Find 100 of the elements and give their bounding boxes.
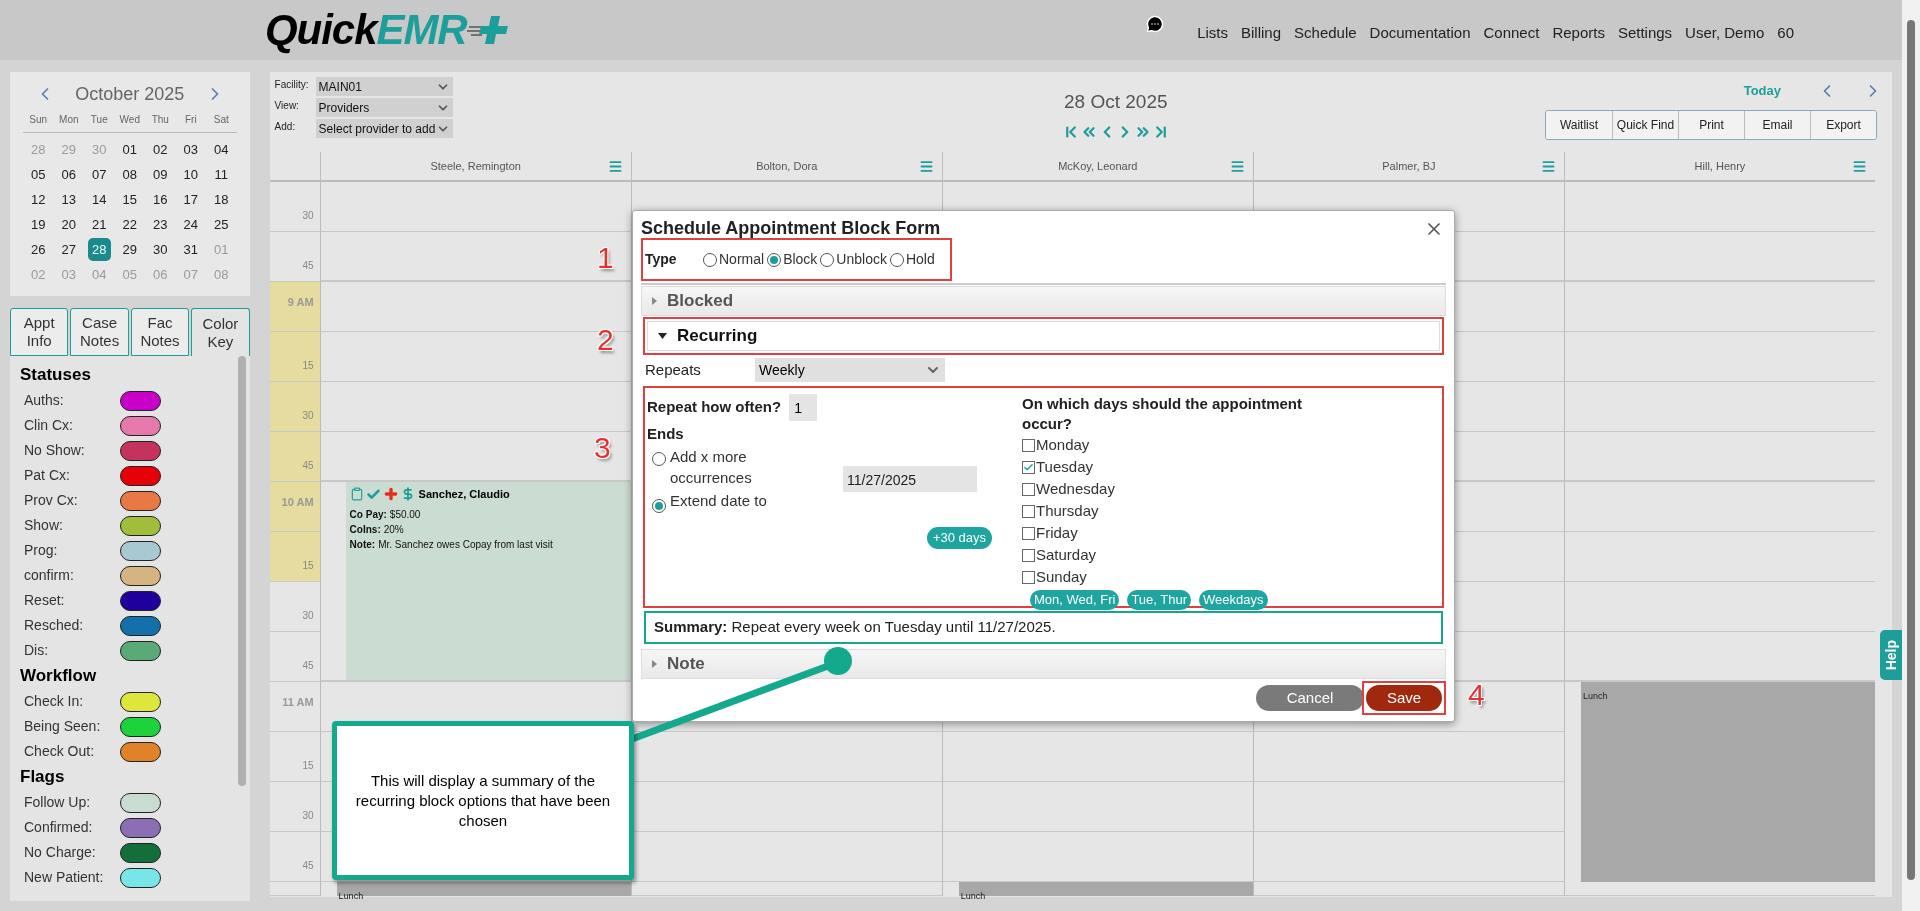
calendar-day[interactable]: 01 <box>118 137 142 162</box>
nav-link[interactable]: Lists <box>1197 21 1228 45</box>
time-slot[interactable] <box>319 182 631 232</box>
nav-link[interactable]: Schedule <box>1294 21 1357 45</box>
radio-button[interactable] <box>652 451 666 466</box>
day-checkbox[interactable] <box>1022 504 1035 518</box>
calendar-day[interactable]: 11 <box>210 162 233 187</box>
sidebar-tab[interactable]: Appt Info <box>10 308 69 356</box>
calendar-day[interactable]: 09 <box>149 162 172 187</box>
day-checkbox[interactable] <box>1022 460 1035 474</box>
menu-icon[interactable] <box>1852 158 1867 174</box>
menu-icon[interactable] <box>1229 158 1245 174</box>
time-slot[interactable] <box>1563 332 1875 382</box>
accordion-header[interactable]: Note <box>641 649 1446 679</box>
day-checkbox[interactable] <box>1022 548 1035 562</box>
calendar-day[interactable]: 28 <box>88 237 111 262</box>
calendar-day[interactable]: 05 <box>27 162 50 187</box>
calendar-day[interactable]: 21 <box>88 212 111 237</box>
nav-link[interactable]: Settings <box>1617 21 1673 45</box>
time-slot[interactable] <box>1563 382 1875 432</box>
calendar-day[interactable]: 19 <box>27 212 50 237</box>
radio-button[interactable] <box>652 498 666 513</box>
calendar-day[interactable]: 15 <box>118 187 142 212</box>
calendar-day[interactable]: 06 <box>57 162 80 187</box>
repeat-often-field[interactable]: 1 <box>789 394 818 421</box>
day-checkbox[interactable] <box>1022 570 1035 584</box>
calendar-day[interactable]: 03 <box>179 137 203 162</box>
cancel-button[interactable]: Cancel <box>1256 685 1364 711</box>
toolbar-button[interactable]: Quick Find <box>1612 111 1678 139</box>
time-slot[interactable] <box>1563 282 1875 332</box>
time-slot[interactable] <box>941 732 1253 782</box>
time-slot[interactable] <box>1563 532 1875 582</box>
nav-link[interactable]: Billing <box>1241 21 1282 45</box>
calendar-day[interactable]: 18 <box>210 187 233 212</box>
toolbar-button[interactable]: Export <box>1810 111 1876 139</box>
toolbar-button[interactable]: Print <box>1678 111 1744 139</box>
lunch-block[interactable]: Lunch <box>1563 682 1875 882</box>
calendar-day[interactable]: 04 <box>210 137 233 162</box>
scrollbar[interactable] <box>237 356 246 786</box>
day-checkbox[interactable] <box>1022 482 1035 496</box>
toolbar-button[interactable]: Email <box>1744 111 1810 139</box>
sidebar-tab[interactable]: Case Notes <box>70 308 129 356</box>
nav-link[interactable]: Documentation <box>1369 21 1471 45</box>
calendar-day[interactable]: 30 <box>149 237 172 262</box>
calendar-day[interactable]: 12 <box>27 187 50 212</box>
radio-button[interactable] <box>767 252 782 267</box>
radio-button[interactable] <box>820 252 835 267</box>
time-slot[interactable] <box>1563 232 1875 282</box>
repeats-select[interactable]: Weekly <box>755 358 945 382</box>
calendar-day[interactable]: 07 <box>88 162 111 187</box>
radio-button[interactable] <box>889 252 904 267</box>
calendar-day[interactable]: 25 <box>210 212 233 237</box>
day-checkbox[interactable] <box>1022 526 1035 540</box>
toolbar-button[interactable]: Waitlist <box>1546 111 1612 139</box>
calendar-day[interactable]: 23 <box>149 212 172 237</box>
accordion-header[interactable]: Recurring <box>647 321 1440 351</box>
time-slot[interactable] <box>1252 732 1564 782</box>
end-date-field[interactable]: 11/27/2025 <box>843 465 977 492</box>
save-button[interactable]: Save <box>1366 685 1442 711</box>
filter-select[interactable]: Providers <box>315 98 453 117</box>
time-slot[interactable] <box>1563 582 1875 632</box>
appointment-card[interactable]: Sanchez, Claudio Co Pay: $50.00 CoIns: 20% Note: Mr. Sanchez owes Copay from last visit <box>319 482 631 680</box>
accordion-header[interactable]: Blocked <box>641 286 1446 316</box>
radio-button[interactable] <box>703 252 717 267</box>
day-checkbox[interactable] <box>1022 438 1035 452</box>
calendar-day[interactable]: 13 <box>57 187 80 212</box>
nav-link[interactable]: User, Demo <box>1685 21 1765 45</box>
calendar-day[interactable]: 17 <box>179 187 203 212</box>
filter-select[interactable]: MAIN01 <box>315 77 453 96</box>
time-slot[interactable] <box>1252 832 1564 882</box>
time-slot[interactable] <box>319 332 631 382</box>
time-slot[interactable] <box>319 232 631 282</box>
calendar-day[interactable]: 20 <box>57 212 80 237</box>
time-slot[interactable] <box>1563 432 1875 482</box>
calendar-day[interactable]: 27 <box>57 237 80 262</box>
filter-select[interactable]: Select provider to add <box>315 119 453 138</box>
time-slot[interactable] <box>1252 882 1564 896</box>
time-slot[interactable] <box>1563 482 1875 532</box>
page-scrollbar[interactable] <box>1902 0 1920 911</box>
chat-icon[interactable] <box>1146 15 1165 33</box>
menu-icon[interactable] <box>1540 158 1556 174</box>
time-slot[interactable] <box>1252 782 1564 832</box>
sidebar-tab[interactable]: Color Key <box>191 308 250 356</box>
calendar-day[interactable]: 16 <box>149 187 172 212</box>
sidebar-tab[interactable]: Fac Notes <box>130 308 190 356</box>
menu-icon[interactable] <box>607 158 623 174</box>
calendar-day[interactable]: 10 <box>179 162 203 187</box>
calendar-day[interactable]: 02 <box>149 137 172 162</box>
time-slot[interactable] <box>319 382 631 432</box>
time-slot[interactable] <box>941 782 1253 832</box>
calendar-day[interactable]: 29 <box>118 237 142 262</box>
calendar-day[interactable]: 08 <box>118 162 142 187</box>
time-slot[interactable] <box>1563 182 1875 232</box>
calendar-day[interactable]: 14 <box>88 187 111 212</box>
menu-icon[interactable] <box>918 158 934 174</box>
nav-link[interactable]: Connect <box>1483 21 1540 45</box>
calendar-day[interactable]: 31 <box>179 237 203 262</box>
nav-link[interactable]: 60 <box>1777 21 1794 45</box>
calendar-day[interactable]: 24 <box>179 212 203 237</box>
nav-link[interactable]: Reports <box>1552 21 1605 45</box>
